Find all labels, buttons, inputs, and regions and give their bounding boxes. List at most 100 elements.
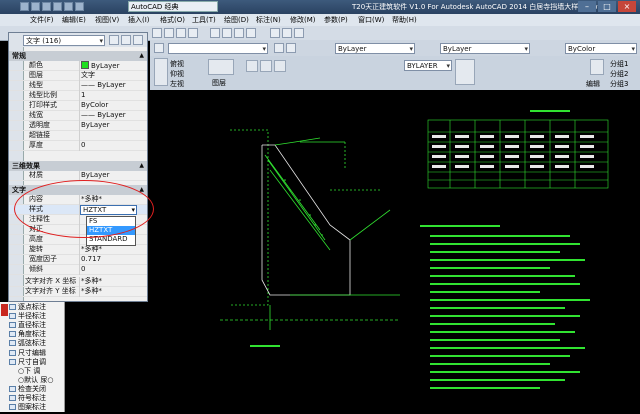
menu-format[interactable]: 格式(O) (160, 15, 185, 25)
maximize-icon[interactable]: □ (598, 1, 616, 12)
prop-row-width-factor[interactable]: 宽度因子 0.717 (9, 255, 147, 265)
new-icon[interactable] (20, 2, 29, 11)
prop-row-layer[interactable]: 图层 文字 (9, 71, 147, 81)
pan-icon[interactable] (152, 28, 162, 38)
minimize-icon[interactable]: – (578, 1, 596, 12)
prop-row-lineweight[interactable]: 线宽 —— ByLayer (9, 111, 147, 121)
markup-icon[interactable] (270, 28, 280, 38)
properties-palette: 文字 (116) 常规 颜色ByLayer 图层文字 线型—— ByLayer … (8, 32, 148, 302)
prop-value: —— ByLayer (81, 111, 126, 119)
title-bar: AutoCAD 经典 T20天正建筑软件 V1.0 For Autodesk A… (0, 0, 640, 14)
properties-icon[interactable] (210, 28, 220, 38)
prop-row-align-x[interactable]: 文字对齐 X 坐标 *多种* (9, 277, 147, 287)
prop-key: 文字对齐 X 坐标 (25, 277, 77, 285)
section-general[interactable]: 常规 (9, 51, 147, 61)
tool-palette-icon[interactable] (234, 28, 244, 38)
calculator-icon[interactable] (282, 28, 292, 38)
workspace-combo[interactable]: AutoCAD 经典 (128, 1, 218, 12)
window-controls: – □ × (576, 1, 636, 12)
zoom-window-icon[interactable] (176, 28, 186, 38)
prop-row-linetype[interactable]: 线型 —— ByLayer (9, 81, 147, 91)
view-cube-icon[interactable] (154, 58, 168, 86)
menu-file[interactable]: 文件(F) (30, 15, 54, 25)
prop-row-color[interactable]: 颜色 ByLayer (9, 61, 147, 71)
prop-value: 0.717 (81, 255, 102, 263)
help-icon[interactable] (294, 28, 304, 38)
prop-row-obliquing[interactable]: 倾斜 0 (9, 265, 147, 275)
linetype-control-combo[interactable]: ByLayer (440, 43, 530, 54)
dimension-icon (9, 386, 16, 392)
prop-row-rotation[interactable]: 旋转 *多种* (9, 245, 147, 255)
prop-key: 线型比例 (29, 91, 57, 99)
layer-button[interactable]: 图层 (212, 78, 226, 88)
print-icon[interactable] (75, 2, 84, 11)
open-icon[interactable] (31, 2, 40, 11)
match-properties-icon[interactable] (455, 59, 475, 85)
menu-tools[interactable]: 工具(T) (192, 15, 216, 25)
layer-manager-icon[interactable] (154, 43, 164, 53)
design-center-icon[interactable] (222, 28, 232, 38)
prop-key: 材质 (29, 171, 43, 179)
quick-select-icon[interactable] (133, 35, 143, 45)
view-bottom-button[interactable]: 仰视 (170, 69, 184, 79)
make-current-icon[interactable] (274, 43, 284, 53)
group-3-button[interactable]: 分组3 (610, 79, 628, 89)
layer-name-combo[interactable]: BYLAYER (404, 60, 452, 71)
view-left-button[interactable]: 左视 (170, 79, 184, 89)
plotstyle-control-combo[interactable]: ByColor (565, 43, 637, 54)
section-3d[interactable]: 三维效果 (9, 161, 147, 171)
prop-row-plotstyle[interactable]: 打印样式 ByColor (9, 101, 147, 111)
menu-edit[interactable]: 编辑(E) (62, 15, 86, 25)
group-1-button[interactable]: 分组1 (610, 59, 628, 69)
layer-previous-icon[interactable] (286, 43, 296, 53)
zoom-previous-icon[interactable] (188, 28, 198, 38)
prop-value: —— ByLayer (81, 81, 126, 89)
lock-icon[interactable] (260, 60, 272, 72)
prop-row-linetype-scale[interactable]: 线型比例 1 (9, 91, 147, 101)
color-control-combo[interactable]: ByLayer (335, 43, 415, 54)
menu-help[interactable]: 帮助(H) (392, 15, 417, 25)
prop-row-hyperlink[interactable]: 超链接 (9, 131, 147, 141)
edit-icon[interactable] (590, 59, 604, 75)
prop-row-transparency[interactable]: 透明度 ByLayer (9, 121, 147, 131)
prop-row-thickness[interactable]: 厚度 0 (9, 141, 147, 151)
close-icon[interactable]: × (618, 1, 636, 12)
isolate-icon[interactable] (274, 60, 286, 72)
save-icon[interactable] (42, 2, 51, 11)
toggle-pickadd-icon[interactable] (109, 35, 119, 45)
cad-drawing (220, 110, 609, 389)
prop-row-align-y[interactable]: 文字对齐 Y 坐标 *多种* (9, 287, 147, 297)
sheet-set-icon[interactable] (246, 28, 256, 38)
prop-key: 线型 (29, 81, 43, 89)
prop-key: 高度 (29, 235, 43, 243)
group-2-button[interactable]: 分组2 (610, 69, 628, 79)
redo-icon[interactable] (64, 2, 73, 11)
dimension-icon (9, 322, 16, 328)
prop-key: 宽度因子 (29, 255, 57, 263)
select-objects-icon[interactable] (121, 35, 131, 45)
undo-icon[interactable] (53, 2, 62, 11)
menu-window[interactable]: 窗口(W) (358, 15, 384, 25)
menu-parametric[interactable]: 参数(P) (324, 15, 348, 25)
tool-item[interactable]: 弧弦标注 (18, 338, 46, 348)
layer-state-combo[interactable] (168, 43, 268, 54)
prop-value: 0 (81, 265, 86, 273)
zoom-icon[interactable] (164, 28, 174, 38)
quick-access-toolbar (20, 2, 120, 12)
edit-button[interactable]: 编辑 (586, 79, 600, 89)
selection-combo[interactable]: 文字 (116) (23, 35, 105, 46)
prop-key: 倾斜 (29, 265, 43, 273)
layer-icon[interactable] (208, 59, 234, 75)
menu-insert[interactable]: 插入(I) (128, 15, 150, 25)
menu-view[interactable]: 视图(V) (95, 15, 119, 25)
dimension-icon (9, 404, 16, 410)
menu-modify[interactable]: 修改(M) (290, 15, 316, 25)
menu-dimension[interactable]: 标注(N) (256, 15, 281, 25)
dimension-icon (9, 359, 16, 365)
freeze-icon[interactable] (246, 60, 258, 72)
tool-item[interactable]: 图案标注 (18, 402, 46, 412)
menu-draw[interactable]: 绘图(D) (224, 15, 249, 25)
prop-value: 0 (81, 141, 86, 149)
view-top-button[interactable]: 俯视 (170, 59, 184, 69)
drawing-canvas[interactable] (150, 90, 640, 412)
